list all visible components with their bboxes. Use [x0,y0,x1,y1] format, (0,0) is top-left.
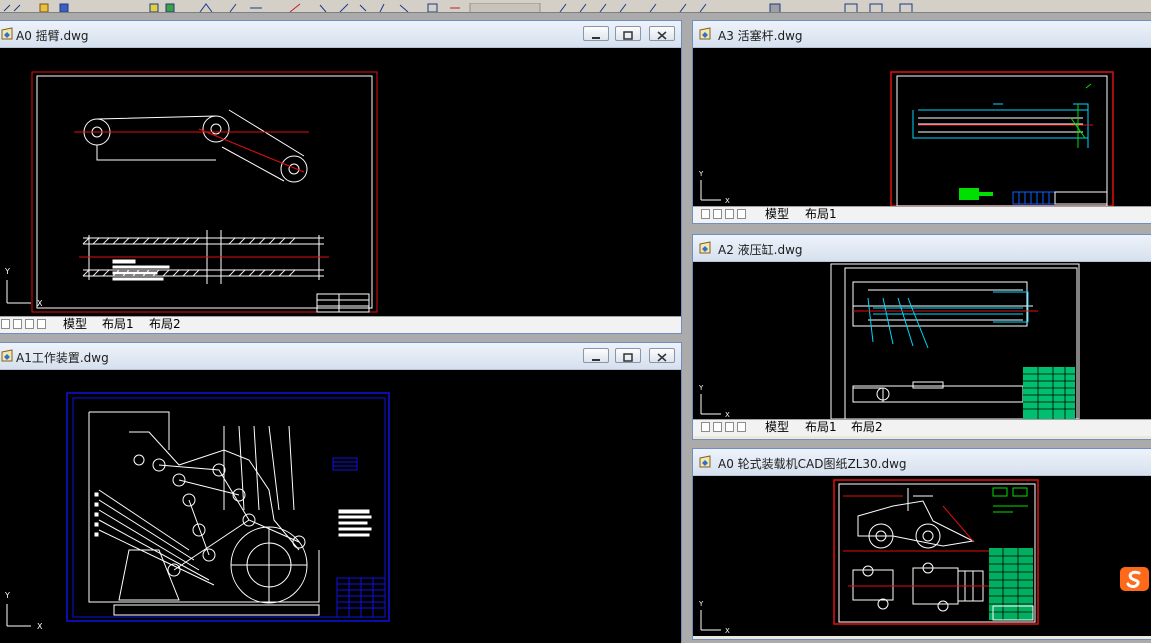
svg-text:Y: Y [698,170,704,178]
layout-tab-bar: 模型 布局1 [693,206,1151,223]
ucs-icon: Y X [4,591,43,631]
model-space-canvas[interactable]: Y X [693,48,1151,206]
restore-icon [623,31,633,40]
drawing-window-hydraulic-cylinder[interactable]: A2 液压缸.dwg Y X 模型 布局1 布局2 [692,234,1151,440]
window-title: A2 液压缸.dwg [718,243,803,257]
svg-text:X: X [725,197,730,205]
drawing-file-icon [699,27,711,40]
piston-rod-drawing: Y X [698,71,1114,206]
ucs-icon: Y X [698,384,730,419]
window-title: A0 摇臂.dwg [16,29,89,43]
toolbar-icons [3,2,913,12]
window-titlebar[interactable]: A2 液压缸.dwg [693,235,1151,262]
close-icon [657,31,667,40]
model-space-canvas[interactable]: Y X [0,370,681,643]
tab-nav-prev[interactable] [13,319,22,329]
window-title: A1工作装置.dwg [16,351,109,365]
tab-nav-first[interactable] [701,422,710,432]
close-button[interactable] [649,348,675,363]
svg-text:Y: Y [698,600,704,608]
model-space-canvas[interactable]: Y X [693,262,1151,419]
drawing-file-icon [699,455,711,468]
tab-layout1[interactable]: 布局1 [805,420,837,436]
window-titlebar[interactable]: A3 活塞杆.dwg [693,21,1151,48]
drawing-window-working-device[interactable]: A1工作装置.dwg Y X [0,342,682,643]
svg-text:Y: Y [698,384,704,392]
model-space-canvas[interactable]: Y X [0,48,681,316]
svg-text:X: X [725,411,730,419]
restore-button[interactable] [615,348,641,363]
svg-text:X: X [37,622,43,631]
window-titlebar[interactable]: A0 轮式装载机CAD图纸ZL30.dwg [693,449,1151,476]
layout-tab-bar: 模型 布局1 布局2 [0,316,681,333]
tab-nav-first[interactable] [1,319,10,329]
tab-layout2[interactable]: 布局2 [851,420,883,436]
tab-nav-next[interactable] [725,209,734,219]
tab-nav-last[interactable] [737,422,746,432]
tab-nav-prev[interactable] [713,422,722,432]
tab-nav-last[interactable] [37,319,46,329]
window-titlebar[interactable]: A1工作装置.dwg [0,343,681,370]
drawing-window-wheel-loader[interactable]: A0 轮式装载机CAD图纸ZL30.dwg Y X [692,448,1151,640]
minimize-icon [592,37,600,39]
window-title: A0 轮式装载机CAD图纸ZL30.dwg [718,457,907,471]
drawing-file-icon [1,27,13,40]
tab-model[interactable]: 模型 [63,317,87,333]
tab-nav-last[interactable] [737,209,746,219]
tab-nav-prev[interactable] [713,209,722,219]
restore-icon [623,353,633,362]
rocker-arm-drawing: Y X [4,71,378,313]
ucs-icon: Y X [698,170,730,205]
minimize-button[interactable] [583,348,609,363]
drawing-window-rocker-arm[interactable]: A0 摇臂.dwg Y X 模型 布局1 布局2 [0,20,682,334]
model-space-canvas[interactable]: Y X [693,476,1151,636]
window-title: A3 活塞杆.dwg [718,29,803,43]
restore-button[interactable] [615,26,641,41]
window-titlebar[interactable]: A0 摇臂.dwg [0,21,681,48]
ucs-icon: Y X [698,600,730,635]
close-button[interactable] [649,26,675,41]
svg-text:X: X [725,627,730,635]
drawing-window-piston-rod[interactable]: A3 活塞杆.dwg Y X 模型 布局1 [692,20,1151,224]
tab-nav-next[interactable] [25,319,34,329]
tab-layout1[interactable]: 布局1 [102,317,134,333]
tab-layout2[interactable]: 布局2 [149,317,181,333]
tab-nav-next[interactable] [725,422,734,432]
minimize-button[interactable] [583,26,609,41]
layout-tab-bar: 模型 布局1 布局2 [693,419,1151,436]
tab-layout1[interactable]: 布局1 [805,207,837,223]
minimize-icon [592,359,600,361]
tab-model[interactable]: 模型 [765,207,789,223]
tab-nav-first[interactable] [701,209,710,219]
sogou-ime-icon[interactable] [1119,565,1150,593]
cad-toolbar [0,0,1151,13]
hydraulic-cylinder-drawing: Y X [698,263,1080,419]
svg-text:Y: Y [4,591,10,600]
working-device-drawing: Y X [4,392,390,631]
drawing-file-icon [1,349,13,362]
tab-model[interactable]: 模型 [765,420,789,436]
svg-text:X: X [37,299,43,308]
drawing-file-icon [699,241,711,254]
wheel-loader-drawing: Y X [698,479,1039,635]
close-icon [657,353,667,362]
svg-text:Y: Y [4,267,10,276]
